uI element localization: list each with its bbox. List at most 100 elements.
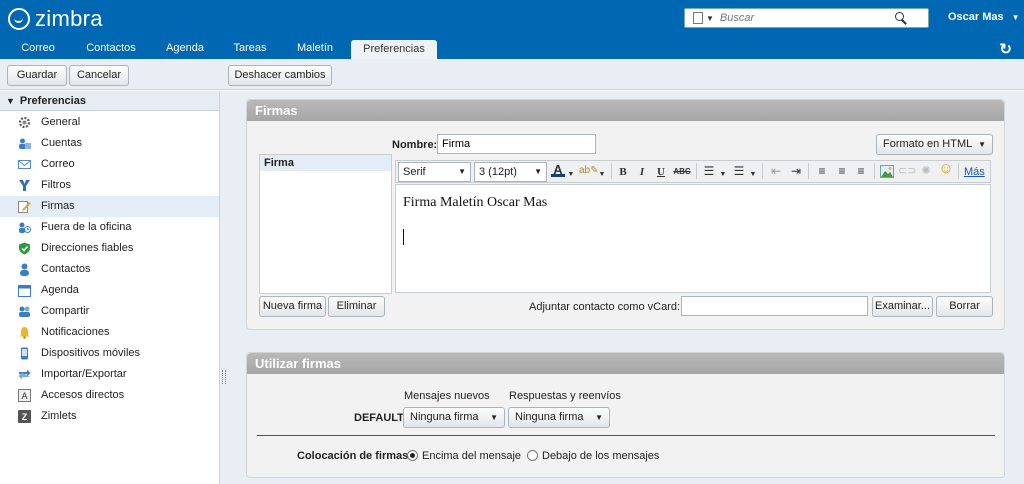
- tab-maletin[interactable]: Maletín: [287, 38, 343, 59]
- tab-tareas[interactable]: Tareas: [222, 38, 278, 59]
- font-family-select[interactable]: Serif ▼: [398, 162, 471, 182]
- zimbra-logo[interactable]: zimbra: [8, 6, 103, 32]
- sidebar-item-zimlets[interactable]: Z Zimlets: [0, 406, 219, 427]
- signature-body-text[interactable]: Firma Maletín Oscar Mas: [403, 195, 547, 211]
- highlight-color-icon[interactable]: ab✎: [579, 164, 599, 178]
- chevron-down-icon: ▼: [458, 167, 466, 176]
- chevron-down-icon[interactable]: ▼: [719, 168, 727, 182]
- sidebar-item-label: Accesos directos: [41, 389, 125, 401]
- document-icon[interactable]: [693, 12, 703, 24]
- collapse-triangle-icon[interactable]: ▼: [6, 96, 15, 106]
- chevron-down-icon[interactable]: ▼: [749, 168, 757, 182]
- underline-icon[interactable]: U: [655, 165, 667, 179]
- numbered-list-icon[interactable]: ☰: [731, 164, 747, 178]
- toolbar-divider: [808, 163, 809, 179]
- chevron-down-icon[interactable]: ▼: [567, 168, 575, 182]
- cancel-button[interactable]: Cancelar: [69, 65, 129, 86]
- placement-top-radio[interactable]: [407, 450, 418, 461]
- replies-signature-select[interactable]: Ninguna firma ▼: [508, 407, 610, 428]
- italic-icon[interactable]: I: [636, 165, 648, 179]
- tab-preferencias[interactable]: Preferencias: [351, 40, 437, 59]
- user-name[interactable]: Oscar Mas: [948, 11, 1004, 23]
- browse-button[interactable]: Examinar...: [872, 296, 933, 317]
- align-right-icon[interactable]: ≡: [853, 164, 869, 178]
- sidebar-item-compartir[interactable]: Compartir: [0, 301, 219, 322]
- signature-list: [259, 154, 392, 294]
- toolbar-divider: [611, 163, 612, 179]
- sidebar-header[interactable]: ▼ Preferencias: [0, 91, 219, 111]
- sidebar-item-direcciones-fiables[interactable]: Direcciones fiables: [0, 238, 219, 259]
- insert-image-icon[interactable]: [880, 165, 894, 178]
- sidebar-item-filtros[interactable]: Filtros: [0, 175, 219, 196]
- sidebar-item-label: Correo: [41, 158, 75, 170]
- emoticon-icon[interactable]: ☺: [937, 161, 955, 176]
- sidebar-item-accesos-directos[interactable]: A Accesos directos: [0, 385, 219, 406]
- bullet-list-icon[interactable]: ☰: [701, 164, 717, 178]
- mail-icon: [18, 160, 31, 169]
- format-dropdown[interactable]: Formato en HTML ▼: [876, 134, 993, 155]
- font-size-select[interactable]: 3 (12pt) ▼: [474, 162, 547, 182]
- new-messages-signature-select[interactable]: Ninguna firma ▼: [403, 407, 505, 428]
- signature-list-item[interactable]: Firma: [260, 155, 391, 171]
- sidebar-item-firmas[interactable]: Firmas: [0, 196, 219, 217]
- sidebar-item-cuentas[interactable]: Cuentas: [0, 133, 219, 154]
- sidebar-splitter[interactable]: [220, 91, 228, 484]
- chevron-down-icon[interactable]: ▼: [1012, 13, 1020, 22]
- sidebar-item-importar-exportar[interactable]: Importar/Exportar: [0, 364, 219, 385]
- new-messages-column-label: Mensajes nuevos: [404, 390, 490, 402]
- undo-changes-button[interactable]: Deshacer cambios: [228, 65, 332, 86]
- clear-button[interactable]: Borrar: [936, 296, 993, 317]
- sidebar-item-correo[interactable]: Correo: [0, 154, 219, 175]
- strikethrough-icon[interactable]: ABC: [673, 165, 691, 179]
- zimlet-icon: Z: [18, 410, 31, 423]
- mobile-icon: [21, 347, 28, 360]
- accounts-icon: [19, 138, 31, 149]
- user-menu[interactable]: Oscar Mas ▼: [948, 11, 1020, 23]
- bold-icon[interactable]: B: [617, 165, 629, 179]
- tab-contactos[interactable]: Contactos: [76, 38, 146, 59]
- align-left-icon[interactable]: ≡: [814, 164, 830, 178]
- link-icon[interactable]: ⊂⊃: [898, 164, 916, 178]
- replies-column-label: Respuestas y reenvíos: [509, 390, 621, 402]
- align-center-icon[interactable]: ≡: [834, 164, 850, 178]
- gear-icon: [18, 116, 31, 129]
- save-button[interactable]: Guardar: [7, 65, 67, 86]
- splitter-grip-icon[interactable]: [222, 370, 226, 384]
- toolbar: [0, 59, 1024, 90]
- search-icon[interactable]: [894, 11, 908, 25]
- preferences-sidebar: ▼ Preferencias General Cuentas Correo Fil…: [0, 91, 220, 484]
- signature-editor[interactable]: Firma Maletín Oscar Mas: [395, 184, 991, 293]
- delete-signature-button[interactable]: Eliminar: [328, 296, 385, 317]
- placement-top-label[interactable]: Encima del mensaje: [422, 450, 521, 462]
- sidebar-item-general[interactable]: General: [0, 112, 219, 133]
- toolbar-divider: [696, 163, 697, 179]
- new-messages-signature-value: Ninguna firma: [410, 411, 479, 423]
- font-color-icon[interactable]: A: [551, 163, 565, 177]
- signature-name-input[interactable]: [437, 134, 596, 154]
- search-input[interactable]: [719, 12, 890, 24]
- more-options-link[interactable]: Más: [964, 166, 985, 178]
- search-type-dropdown-icon[interactable]: ▼: [706, 14, 714, 23]
- divider: [257, 435, 995, 436]
- chevron-down-icon[interactable]: ▼: [598, 168, 606, 182]
- sidebar-item-agenda[interactable]: Agenda: [0, 280, 219, 301]
- indent-icon[interactable]: ⇥: [788, 164, 804, 178]
- refresh-icon[interactable]: ↻: [999, 40, 1012, 58]
- sidebar-item-notificaciones[interactable]: Notificaciones: [0, 322, 219, 343]
- placement-bottom-label[interactable]: Debajo de los mensajes: [542, 450, 659, 462]
- tab-correo[interactable]: Correo: [8, 38, 68, 59]
- sidebar-item-label: Cuentas: [41, 137, 82, 149]
- tab-agenda[interactable]: Agenda: [155, 38, 215, 59]
- special-char-icon[interactable]: ✺: [918, 164, 934, 178]
- sidebar-item-fuera-de-la-oficina[interactable]: Fuera de la oficina: [0, 217, 219, 238]
- toolbar-divider: [874, 163, 875, 179]
- vcard-input[interactable]: [681, 296, 868, 316]
- sidebar-item-label: Zimlets: [41, 410, 77, 422]
- sidebar-item-label: Dispositivos móviles: [41, 347, 141, 359]
- filter-icon: [19, 180, 30, 191]
- new-signature-button[interactable]: Nueva firma: [259, 296, 326, 317]
- sidebar-item-dispositivos-moviles[interactable]: Dispositivos móviles: [0, 343, 219, 364]
- outdent-icon[interactable]: ⇤: [768, 164, 784, 178]
- sidebar-item-contactos[interactable]: Contactos: [0, 259, 219, 280]
- placement-bottom-radio[interactable]: [527, 450, 538, 461]
